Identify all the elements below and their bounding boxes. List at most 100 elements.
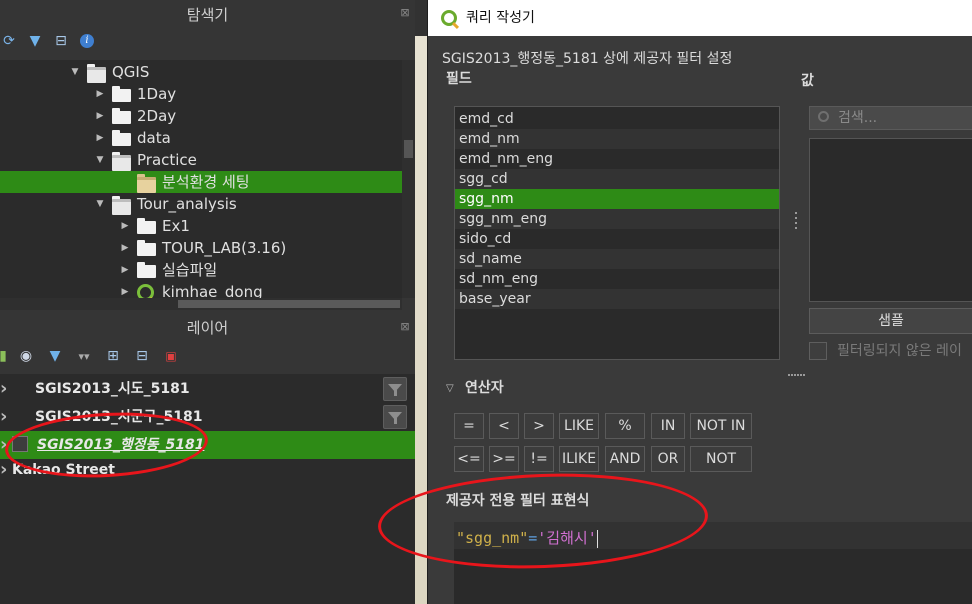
operator-button[interactable]: IN [651,413,685,439]
operator-button[interactable]: OR [651,446,685,472]
layer-filter-icon[interactable] [383,405,407,429]
field-item[interactable]: sgg_nm_eng [455,209,779,229]
tree-item-label: kimhae_dong [162,283,263,298]
collapsed-arrow-icon[interactable]: ▶ [95,127,105,149]
tree-item[interactable]: 분석환경 세팅 [0,171,402,193]
open-folder-icon [112,152,131,171]
tree-item[interactable]: ▶ 2Day [0,105,402,127]
field-item[interactable]: emd_nm [455,129,779,149]
layer-filter-icon[interactable] [383,377,407,401]
layers-list[interactable]: › SGIS2013_시도_5181 › SGIS2013_시군구_5181 › SGIS… [0,374,415,604]
tree-item-label: TOUR_LAB(3.16) [162,239,287,257]
browser-horizontal-scrollbar[interactable] [0,298,402,310]
tree-item[interactable]: ▶ Ex1 [0,215,402,237]
remove-layer-icon[interactable]: ▣ [162,347,180,365]
layers-close-icon[interactable]: ⊠ [399,321,411,333]
field-item[interactable]: emd_cd [455,109,779,129]
sample-button[interactable]: 샘플 [809,308,972,334]
folder-icon [112,130,131,146]
eye-icon[interactable]: ◉ [17,347,35,365]
operator-button[interactable]: <= [454,446,484,472]
browser-vertical-scrollbar[interactable] [402,60,415,298]
refresh-icon[interactable]: ⟳ [0,32,18,50]
field-item[interactable]: sd_nm_eng [455,269,779,289]
filter-legend-icon[interactable]: ▼ [46,347,64,365]
values-list[interactable] [809,138,972,302]
values-search-input[interactable] [838,108,968,128]
operator-button[interactable]: >= [489,446,519,472]
open-folder-icon [112,196,131,215]
use-unfiltered-layer-label: 필터링되지 않은 레이 [837,343,962,359]
operator-button[interactable]: LIKE [559,413,599,439]
operator-button[interactable]: % [605,413,645,439]
operator-button[interactable]: = [454,413,484,439]
vertical-splitter-handle[interactable] [794,212,798,232]
tree-item[interactable]: ▼ QGIS [0,61,402,83]
field-item[interactable]: emd_nm_eng [455,149,779,169]
chevron-right-icon[interactable]: › [0,459,7,481]
layer-label: SGIS2013_시도_5181 [35,381,190,397]
use-unfiltered-layer-checkbox[interactable] [809,342,827,360]
field-item[interactable]: base_year [455,289,779,309]
tree-item-label: Tour_analysis [137,195,237,213]
operator-button[interactable]: != [524,446,554,472]
tree-item-label: data [137,129,171,147]
filter-icon[interactable]: ▼ [26,32,44,50]
tree-item[interactable]: ▶ TOUR_LAB(3.16) [0,237,402,259]
expanded-arrow-icon[interactable]: ▼ [95,193,105,215]
layer-item[interactable]: › SGIS2013_시도_5181 [0,375,415,403]
add-layer-icon[interactable]: ▮ [0,347,7,365]
tree-item[interactable]: ▶ 실습파일 [0,259,402,281]
field-item[interactable]: sgg_nm [455,189,779,209]
tree-item[interactable]: ▶ data [0,127,402,149]
collapsed-arrow-icon[interactable]: ▶ [120,259,130,281]
chevron-right-icon[interactable]: › [0,375,7,403]
tree-item-label: 2Day [137,107,177,125]
values-search-box[interactable] [809,106,972,130]
folder-icon [137,218,156,234]
dialog-title-bar[interactable]: 쿼리 작성기 [428,0,972,36]
tree-item[interactable]: ▶ 1Day [0,83,402,105]
expanded-arrow-icon[interactable]: ▼ [95,149,105,171]
chevron-right-icon[interactable]: › [0,403,7,431]
browser-panel-title: 탐색기 [186,6,229,24]
collapsed-arrow-icon[interactable]: ▶ [95,105,105,127]
operators-collapse-icon[interactable]: ▽ [446,383,454,394]
operator-button[interactable]: > [524,413,554,439]
filter-by-expression-icon[interactable]: ▾▾ [75,347,93,365]
fields-list[interactable]: emd_cd emd_nm emd_nm_eng sgg_cd sgg_nm sgg_nm… [454,106,780,360]
open-folder-icon [87,64,106,83]
tree-item[interactable]: ▶ kimhae_dong [0,281,402,298]
qgis-logo-icon [441,10,457,26]
browser-tree[interactable]: ▼ QGIS ▶ 1Day ▶ 2Day ▶ data ▼ Practice 분석환경 세팅 ▼ Tou… [0,60,402,298]
expand-all-icon[interactable]: ⊞ [104,347,122,365]
browser-close-icon[interactable]: ⊠ [399,7,411,19]
dialog-subtitle: SGIS2013_행정동_5181 상에 제공자 필터 설정 [442,51,733,67]
tree-item-label: QGIS [112,63,150,81]
field-item[interactable]: sd_name [455,249,779,269]
collapsed-arrow-icon[interactable]: ▶ [95,83,105,105]
operator-button[interactable]: ILIKE [559,446,599,472]
layers-panel-title: 레이어 [186,319,229,337]
tree-item[interactable]: ▼ Practice [0,149,402,171]
qgis-project-icon [137,284,154,298]
layers-toolbar: ▮ ◉ ▼ ▾▾ ⊞ ⊟ ▣ [0,343,180,369]
horizontal-splitter-handle[interactable] [788,374,808,378]
operator-button[interactable]: AND [605,446,645,472]
field-item[interactable]: sido_cd [455,229,779,249]
collapse-icon[interactable]: ⊟ [52,32,70,50]
tree-item-label: 분석환경 세팅 [162,173,250,191]
collapsed-arrow-icon[interactable]: ▶ [120,215,130,237]
operator-button[interactable]: NOT IN [690,413,752,439]
info-icon[interactable]: i [78,32,96,50]
collapsed-arrow-icon[interactable]: ▶ [120,281,130,298]
field-item[interactable]: sgg_cd [455,169,779,189]
operators-label: 연산자 [465,380,504,396]
operator-button[interactable]: < [489,413,519,439]
tree-item-label: Ex1 [162,217,190,235]
collapse-all-icon[interactable]: ⊟ [133,347,151,365]
expanded-arrow-icon[interactable]: ▼ [70,61,80,83]
tree-item[interactable]: ▼ Tour_analysis [0,193,402,215]
operator-button[interactable]: NOT [690,446,752,472]
collapsed-arrow-icon[interactable]: ▶ [120,237,130,259]
